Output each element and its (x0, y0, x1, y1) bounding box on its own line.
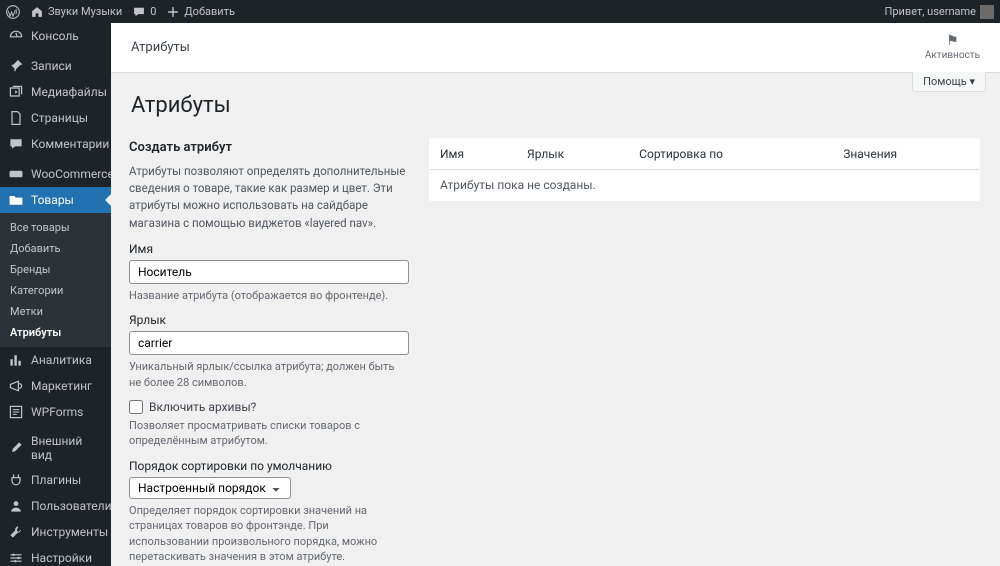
sub-attributes[interactable]: Атрибуты (0, 322, 111, 343)
menu-tools[interactable]: Инструменты (0, 519, 111, 545)
home-icon (30, 5, 44, 19)
menu-analytics[interactable]: Аналитика (0, 347, 111, 373)
media-icon (8, 84, 24, 100)
comments-link[interactable]: 0 (132, 5, 156, 19)
archive-desc: Позволяет просматривать списки товаров с… (129, 418, 409, 449)
empty-message: Атрибуты пока не созданы. (430, 169, 980, 200)
content-area: Атрибуты ⚑ Активность Помощь ▾ Атрибуты … (111, 23, 1000, 566)
menu-media[interactable]: Медиафайлы (0, 79, 111, 105)
submenu-products: Все товары Добавить Бренды Категории Мет… (0, 213, 111, 347)
brush-icon (8, 440, 24, 456)
slug-input[interactable] (129, 331, 409, 355)
col-slug[interactable]: Ярлык (517, 138, 629, 169)
dashboard-icon (8, 28, 24, 44)
site-link[interactable]: Звуки Музыки (30, 5, 122, 19)
menu-plugins[interactable]: Плагины (0, 467, 111, 493)
comments-count: 0 (150, 5, 156, 18)
archive-checkbox[interactable] (129, 400, 143, 414)
admin-bar: Звуки Музыки 0 Добавить Привет, username (0, 0, 1000, 23)
help-tab[interactable]: Помощь ▾ (912, 72, 986, 92)
table-row-empty: Атрибуты пока не созданы. (430, 169, 980, 200)
folder-icon (8, 192, 24, 208)
col-values[interactable]: Значения (833, 138, 979, 169)
avatar (980, 5, 994, 19)
page-title: Атрибуты (129, 93, 980, 118)
attributes-table: Имя Ярлык Сортировка по Значения Атрибут… (429, 138, 980, 201)
name-label: Имя (129, 242, 409, 256)
menu-console[interactable]: Консоль (0, 23, 111, 49)
col-sort[interactable]: Сортировка по (629, 138, 833, 169)
name-input[interactable] (129, 260, 409, 284)
menu-wpforms[interactable]: WPForms (0, 399, 111, 425)
menu-comments[interactable]: Комментарии (0, 131, 111, 157)
sub-brands[interactable]: Бренды (0, 259, 111, 280)
add-new-link[interactable]: Добавить (166, 5, 235, 19)
flag-icon: ⚑ (925, 33, 980, 50)
wrench-icon (8, 524, 24, 540)
menu-appearance[interactable]: Внешний вид (0, 429, 111, 467)
sort-select[interactable]: Настроенный порядок (129, 477, 291, 499)
breadcrumb: Атрибуты (131, 40, 190, 55)
add-label: Добавить (184, 5, 235, 18)
sort-desc: Определяет порядок сортировки значений н… (129, 503, 409, 565)
sort-label: Порядок сортировки по умолчанию (129, 459, 409, 473)
menu-woocommerce[interactable]: WooCommerce (0, 161, 111, 187)
wp-logo[interactable] (6, 5, 20, 19)
attributes-table-wrap: Имя Ярлык Сортировка по Значения Атрибут… (429, 138, 980, 566)
menu-pages[interactable]: Страницы (0, 105, 111, 131)
activity-button[interactable]: ⚑ Активность (925, 33, 980, 62)
sliders-icon (8, 550, 24, 566)
comments-icon (8, 136, 24, 152)
admin-sidebar: Консоль Записи Медиафайлы Страницы Комме… (0, 23, 111, 566)
user-greeting[interactable]: Привет, username (885, 5, 994, 19)
slug-label: Ярлык (129, 313, 409, 327)
menu-users[interactable]: Пользователи (0, 493, 111, 519)
user-icon (8, 498, 24, 514)
slug-desc: Уникальный ярлык/ссылка атрибута; должен… (129, 359, 409, 390)
pin-icon (8, 58, 24, 74)
woo-icon (8, 166, 24, 182)
site-name: Звуки Музыки (48, 5, 122, 18)
sub-all-products[interactable]: Все товары (0, 217, 111, 238)
sub-add[interactable]: Добавить (0, 238, 111, 259)
plug-icon (8, 472, 24, 488)
form-icon (8, 404, 24, 420)
wordpress-icon (6, 5, 20, 19)
menu-settings[interactable]: Настройки (0, 545, 111, 566)
menu-marketing[interactable]: Маркетинг (0, 373, 111, 399)
archive-label: Включить архивы? (149, 400, 256, 414)
page-header: Атрибуты ⚑ Активность (111, 23, 1000, 73)
page-icon (8, 110, 24, 126)
megaphone-icon (8, 378, 24, 394)
col-name[interactable]: Имя (430, 138, 518, 169)
menu-products[interactable]: Товары (0, 187, 111, 213)
form-intro: Атрибуты позволяют определять дополнител… (129, 163, 409, 232)
sub-categories[interactable]: Категории (0, 280, 111, 301)
add-attribute-form: Создать атрибут Атрибуты позволяют опред… (129, 138, 409, 566)
name-desc: Название атрибута (отображается во фронт… (129, 288, 409, 303)
sub-tags[interactable]: Метки (0, 301, 111, 322)
plus-icon (166, 5, 180, 19)
menu-posts[interactable]: Записи (0, 53, 111, 79)
analytics-icon (8, 352, 24, 368)
form-heading: Создать атрибут (129, 140, 409, 155)
comment-icon (132, 5, 146, 19)
